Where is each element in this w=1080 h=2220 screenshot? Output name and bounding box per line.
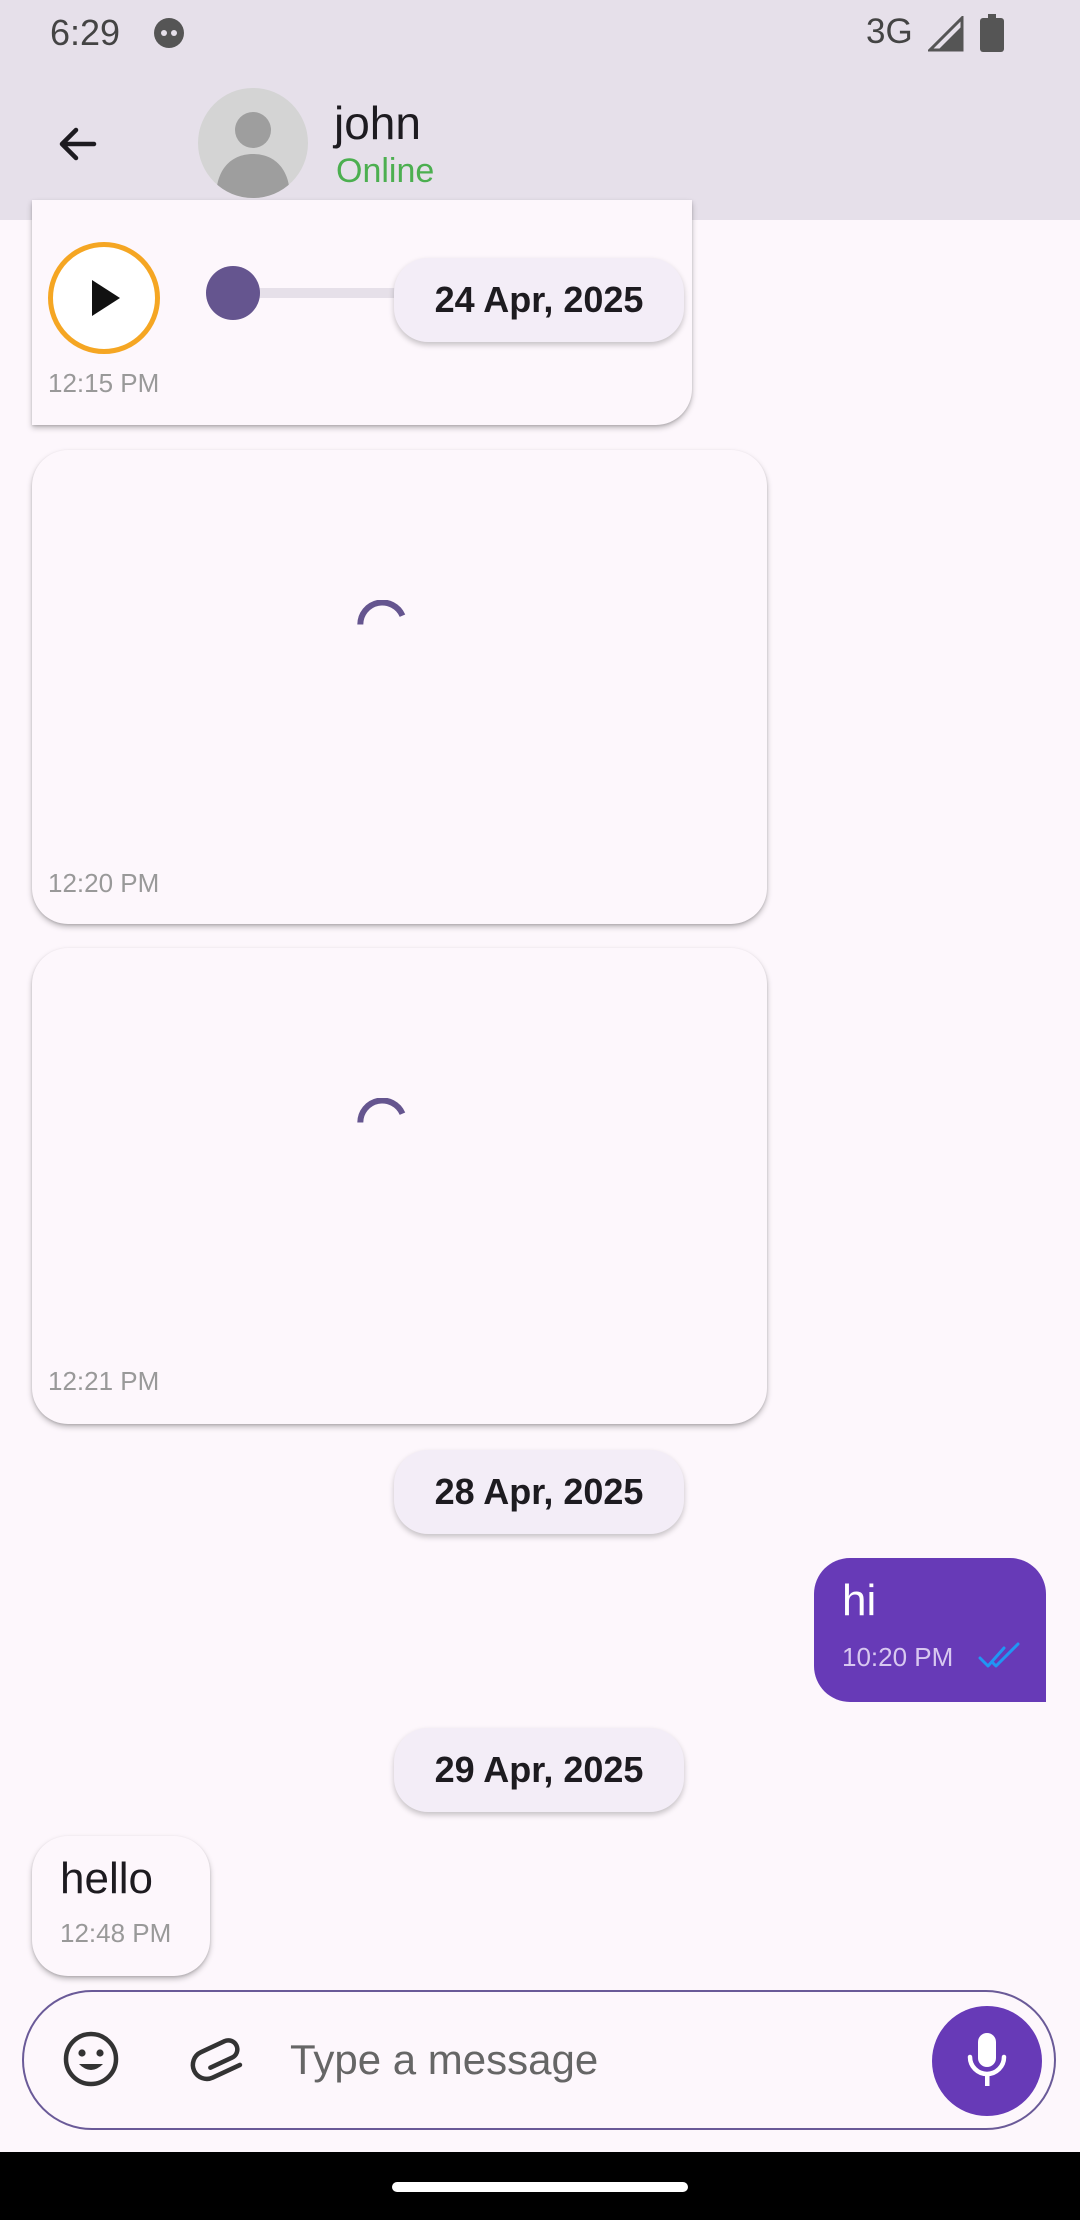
avatar[interactable] [198, 88, 308, 198]
date-chip: 29 Apr, 2025 [394, 1728, 684, 1812]
date-chip: 28 Apr, 2025 [394, 1450, 684, 1534]
back-button[interactable] [40, 106, 116, 182]
play-icon [92, 280, 120, 316]
loading-spinner-icon [357, 600, 406, 625]
message-time: 10:20 PM [842, 1642, 954, 1672]
mic-icon [967, 2033, 1007, 2086]
message-text: hi [842, 1576, 877, 1625]
double-check-icon [978, 1642, 1020, 1668]
contact-name[interactable]: john [334, 96, 421, 150]
message-text: hello [60, 1854, 153, 1903]
app-bar [0, 64, 1080, 220]
paperclip-icon [190, 2038, 243, 2082]
emoji-button[interactable] [56, 2024, 126, 2094]
message-time: 12:20 PM [48, 868, 160, 898]
message-time: 12:48 PM [60, 1918, 172, 1948]
image-message-bubble[interactable] [32, 948, 767, 1424]
attach-button[interactable] [188, 2024, 258, 2094]
audio-seek-thumb[interactable] [206, 266, 260, 320]
battery-icon [980, 14, 1004, 52]
avatar-icon [216, 112, 290, 198]
back-arrow-icon [59, 127, 97, 161]
loading-spinner-icon [357, 1098, 406, 1123]
message-time: 12:21 PM [48, 1366, 160, 1396]
mic-button[interactable] [932, 2006, 1042, 2116]
message-time: 12:15 PM [48, 368, 160, 398]
image-message-bubble[interactable] [32, 450, 767, 924]
play-button[interactable] [48, 242, 160, 354]
home-indicator[interactable] [392, 2182, 688, 2192]
emoji-icon [63, 2031, 119, 2087]
network-type: 3G [866, 12, 913, 51]
message-input[interactable] [288, 2026, 912, 2094]
app-notification-icon [154, 18, 184, 48]
date-chip: 24 Apr, 2025 [394, 258, 684, 342]
status-time: 6:29 [50, 12, 121, 53]
signal-icon [928, 16, 964, 52]
contact-status: Online [336, 152, 435, 190]
